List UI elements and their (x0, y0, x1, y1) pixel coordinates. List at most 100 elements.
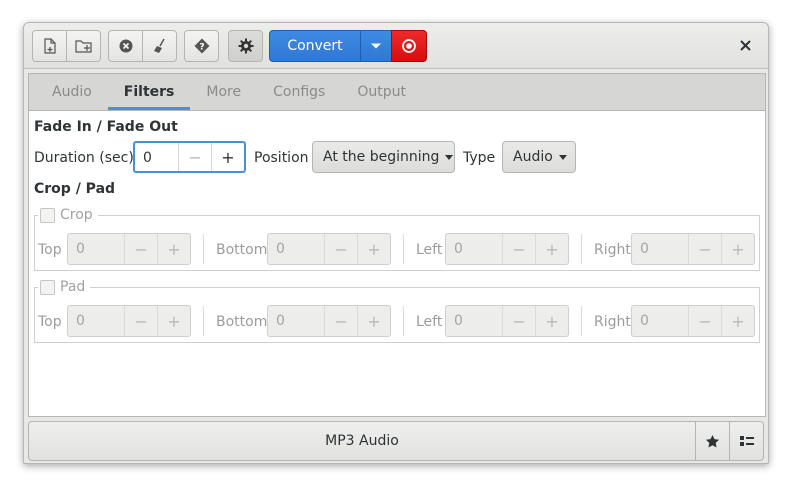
pad-right-label: Right (594, 314, 631, 330)
tab-bar: Audio Filters More Configs Output (29, 74, 765, 111)
crop-left-spin: 0 − + (445, 233, 569, 265)
pad-top-decrement[interactable]: − (124, 306, 157, 336)
help-icon: ? (194, 38, 209, 54)
position-combo[interactable]: At the beginning (312, 141, 455, 173)
stop-button[interactable] (391, 30, 427, 62)
crop-label: Crop (60, 207, 93, 223)
crop-legend: Crop (38, 207, 98, 223)
pad-bottom-increment[interactable]: + (357, 306, 390, 336)
gear-icon (238, 38, 253, 54)
separator (403, 234, 404, 264)
crop-checkbox[interactable] (40, 207, 55, 223)
crop-top-spin: 0 − + (67, 233, 191, 265)
position-label: Position (254, 150, 309, 166)
favorite-preset-button[interactable] (695, 421, 730, 461)
chevron-down-icon (371, 43, 381, 49)
settings-button-group (228, 30, 263, 62)
app-window: ? Convert Audio Filters More Configs Out… (23, 22, 769, 464)
new-file-icon (43, 38, 56, 54)
record-stop-icon (402, 39, 416, 53)
duration-input[interactable]: 0 (135, 143, 178, 171)
svg-text:?: ? (199, 43, 204, 53)
crop-top-decrement[interactable]: − (124, 234, 157, 264)
pad-top-spin: 0 − + (67, 305, 191, 337)
convert-menu-button[interactable] (360, 30, 392, 62)
list-icon (739, 436, 754, 446)
separator (581, 306, 582, 336)
pad-left-input[interactable]: 0 (446, 306, 502, 336)
tab-output[interactable]: Output (341, 74, 422, 110)
clear-list-button[interactable] (142, 30, 177, 62)
duration-spin: 0 − + (133, 141, 246, 173)
help-button-group: ? (184, 30, 219, 62)
pad-right-increment[interactable]: + (721, 306, 754, 336)
settings-notebook: Audio Filters More Configs Output Fade I… (28, 73, 766, 417)
pad-checkbox[interactable] (40, 279, 55, 295)
croppad-section-title: Crop / Pad (34, 181, 116, 197)
add-folder-button[interactable] (66, 30, 101, 62)
pad-left-label: Left (416, 314, 443, 330)
crop-right-increment[interactable]: + (721, 234, 754, 264)
pad-bottom-spin: 0 − + (267, 305, 391, 337)
file-button-group (32, 30, 101, 62)
duration-increment-button[interactable]: + (211, 143, 244, 171)
help-button[interactable]: ? (184, 30, 219, 62)
tab-audio[interactable]: Audio (36, 74, 108, 110)
preset-bar: MP3 Audio (28, 421, 766, 461)
crop-left-decrement[interactable]: − (502, 234, 535, 264)
pad-right-decrement[interactable]: − (688, 306, 721, 336)
pad-top-input[interactable]: 0 (68, 306, 124, 336)
pad-bottom-decrement[interactable]: − (324, 306, 357, 336)
header-bar: ? Convert (24, 23, 768, 69)
pad-right-spin: 0 − + (631, 305, 755, 337)
crop-bottom-decrement[interactable]: − (324, 234, 357, 264)
tab-configs[interactable]: Configs (257, 74, 341, 110)
fade-section-title: Fade In / Fade Out (34, 119, 178, 135)
crop-bottom-spin: 0 − + (267, 233, 391, 265)
close-button[interactable] (736, 36, 754, 54)
broom-icon (153, 38, 165, 53)
convert-button-group: Convert (269, 30, 427, 62)
separator (203, 306, 204, 336)
separator (203, 234, 204, 264)
crop-bottom-increment[interactable]: + (357, 234, 390, 264)
crop-right-spin: 0 − + (631, 233, 755, 265)
pad-top-increment[interactable]: + (157, 306, 190, 336)
convert-button[interactable]: Convert (269, 30, 361, 62)
position-value: At the beginning (323, 149, 440, 165)
pad-frame: Pad Top 0 − + Bottom 0 − + Left 0 − + Ri… (34, 279, 760, 343)
pad-bottom-input[interactable]: 0 (268, 306, 324, 336)
separator (581, 234, 582, 264)
type-value: Audio (513, 149, 553, 165)
tab-filters[interactable]: Filters (107, 74, 191, 110)
duration-decrement-button[interactable]: − (178, 143, 211, 171)
crop-frame: Crop Top 0 − + Bottom 0 − + Left 0 − + R… (34, 207, 760, 271)
crop-left-input[interactable]: 0 (446, 234, 502, 264)
edit-button-group (108, 30, 177, 62)
crop-right-input[interactable]: 0 (632, 234, 688, 264)
crop-bottom-input[interactable]: 0 (268, 234, 324, 264)
crop-top-input[interactable]: 0 (68, 234, 124, 264)
crop-top-increment[interactable]: + (157, 234, 190, 264)
crop-left-increment[interactable]: + (535, 234, 568, 264)
pad-bottom-label: Bottom (216, 314, 268, 330)
pad-left-increment[interactable]: + (535, 306, 568, 336)
pad-left-spin: 0 − + (445, 305, 569, 337)
preset-selector-button[interactable]: MP3 Audio (28, 421, 696, 461)
crop-right-label: Right (594, 242, 631, 258)
add-file-button[interactable] (32, 30, 67, 62)
type-label: Type (463, 150, 496, 166)
remove-button[interactable] (108, 30, 143, 62)
settings-button[interactable] (228, 30, 263, 62)
type-combo[interactable]: Audio (502, 141, 576, 173)
pad-right-input[interactable]: 0 (632, 306, 688, 336)
pad-left-decrement[interactable]: − (502, 306, 535, 336)
crop-left-label: Left (416, 242, 443, 258)
preset-list-button[interactable] (729, 421, 764, 461)
pad-legend: Pad (38, 279, 91, 295)
filters-panel: Fade In / Fade Out Duration (sec) 0 − + … (29, 111, 765, 416)
pad-top-label: Top (38, 314, 62, 330)
duration-label: Duration (sec) (34, 150, 134, 166)
crop-right-decrement[interactable]: − (688, 234, 721, 264)
tab-more[interactable]: More (190, 74, 257, 110)
